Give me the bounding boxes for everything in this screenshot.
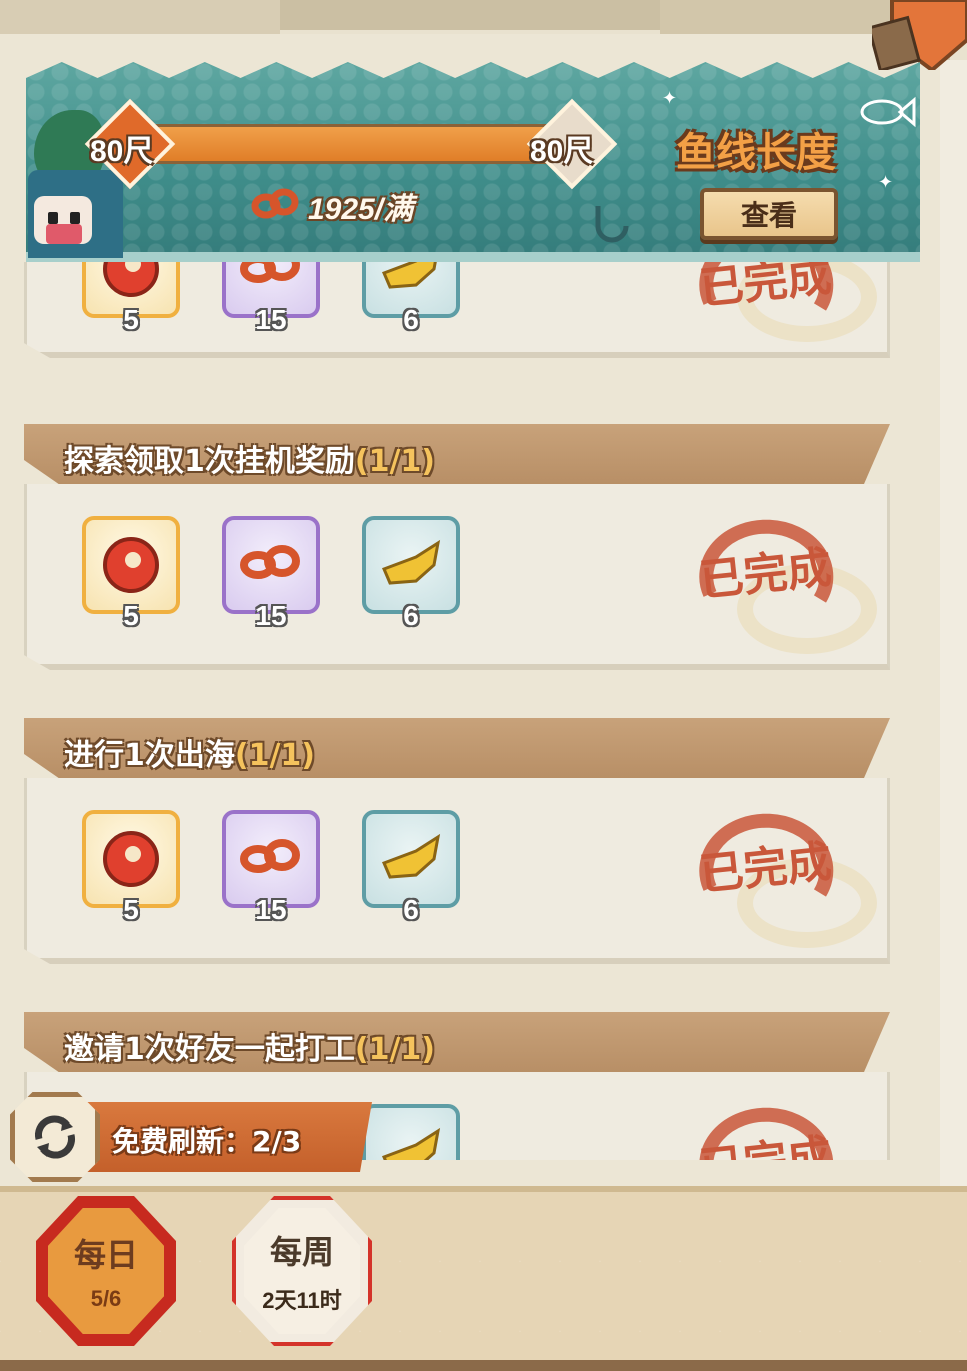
- tab-daily-title: 每日: [73, 1236, 138, 1274]
- reward-qty: 15: [255, 304, 287, 335]
- sparkle-icon: ✦: [878, 172, 894, 193]
- sparkle-icon: ✦: [662, 88, 678, 109]
- free-refresh-label: 免费刷新：2/3: [112, 1125, 302, 1158]
- reward-slot[interactable]: [362, 1104, 460, 1160]
- task-title: 探索领取1次挂机奖励(1/1): [64, 436, 435, 480]
- line-length-bar: [150, 124, 565, 164]
- tab-daily-progress: 5/6: [90, 1286, 122, 1311]
- banner-trim: [26, 252, 920, 262]
- refresh-button[interactable]: [10, 1092, 100, 1182]
- completed-stamp: 已完成: [680, 262, 850, 342]
- fish-icon: [860, 96, 916, 128]
- tab-daily[interactable]: 每日 5/6: [36, 1196, 176, 1346]
- completed-stamp: 已完成: [680, 504, 850, 634]
- reward-qty: 5: [123, 894, 139, 925]
- task-list[interactable]: 5 15 6 已完成 探索领取1次挂机奖励(1/1) 5 15 6 已完成 进行…: [0, 262, 950, 1160]
- reward-qty: 5: [123, 600, 139, 631]
- completed-stamp: 已完成: [680, 798, 850, 928]
- character-mask: [46, 224, 82, 244]
- reward-qty: 6: [403, 894, 419, 925]
- red-ticket-icon: [103, 537, 159, 593]
- rope-icon: [251, 188, 299, 219]
- tab-weekly-title: 每周: [269, 1233, 334, 1271]
- top-frame-mid: [280, 0, 660, 30]
- completed-stamp: 已完成: [680, 1092, 850, 1160]
- reward-qty: 6: [403, 600, 419, 631]
- reward-qty: 5: [123, 304, 139, 335]
- character-eye: [70, 212, 80, 224]
- view-button[interactable]: 查看: [700, 188, 838, 240]
- task-progress: (1/1): [354, 444, 436, 479]
- red-ticket-icon: [103, 831, 159, 887]
- fish-bait-icon: [382, 833, 441, 879]
- reward-qty: 6: [403, 304, 419, 335]
- reward-qty: 15: [255, 600, 287, 631]
- corner-tab-icon[interactable]: [872, 0, 967, 70]
- rope-count: 1925/满: [308, 193, 414, 226]
- fish-hook-icon: [595, 206, 629, 243]
- length-end-label: 80尺: [530, 135, 594, 168]
- rope-icon: [240, 262, 300, 283]
- character-eye: [48, 212, 58, 224]
- fish-bait-icon: [382, 262, 437, 289]
- rope-icon: [240, 545, 300, 579]
- refresh-icon: [35, 1115, 75, 1159]
- fish-bait-icon: [382, 539, 441, 585]
- red-ticket-icon: [103, 262, 159, 297]
- task-title: 进行1次出海(1/1): [64, 730, 315, 774]
- task-title-text: 邀请1次好友一起打工: [64, 1032, 355, 1067]
- tab-weekly-timer: 2天11时: [262, 1288, 342, 1313]
- task-title-text: 探索领取1次挂机奖励: [64, 444, 355, 479]
- fish-bait-icon: [382, 1127, 441, 1160]
- bottom-strip: [0, 1360, 967, 1371]
- task-title-text: 进行1次出海: [64, 738, 235, 773]
- task-progress: (1/1): [354, 1032, 436, 1067]
- reward-qty: 15: [255, 894, 287, 925]
- rope-icon: [240, 839, 300, 873]
- line-length-title: 鱼线长度: [676, 130, 836, 176]
- task-title: 邀请1次好友一起打工(1/1): [64, 1024, 435, 1068]
- tab-weekly[interactable]: 每周 2天11时: [232, 1196, 372, 1346]
- line-length-fill: [153, 127, 562, 161]
- length-start-label: 80尺: [90, 135, 154, 168]
- task-progress: (1/1): [234, 738, 316, 773]
